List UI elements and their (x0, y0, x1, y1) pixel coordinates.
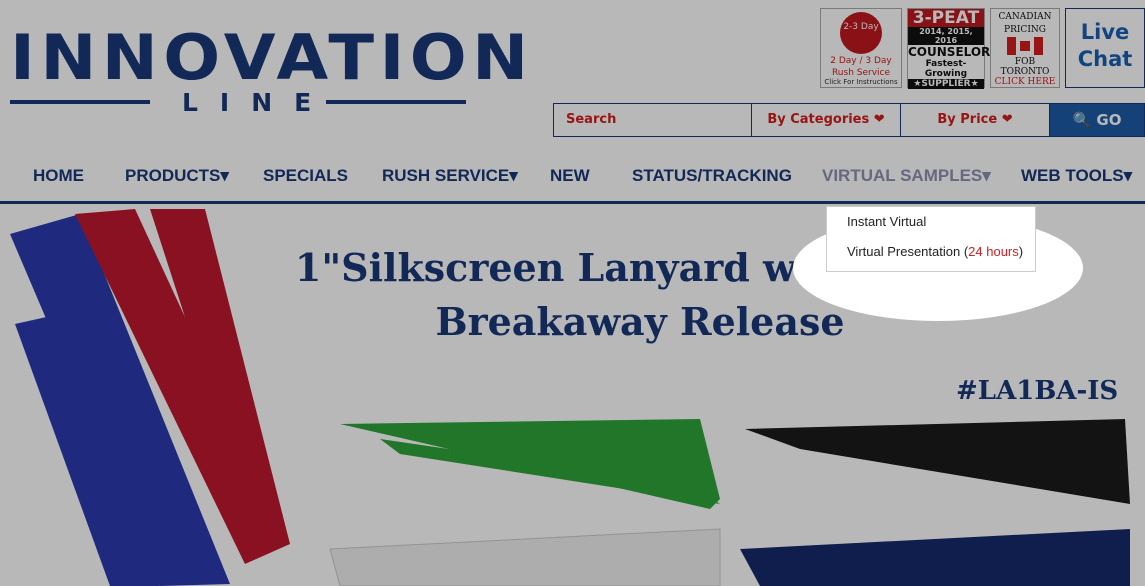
peat-counselor: COUNSELOR (908, 45, 991, 59)
rush-line2: Rush Service (831, 68, 891, 78)
rush-service-badge[interactable]: 2-3 Day 2 Day / 3 Day Rush Service Click… (820, 8, 902, 88)
can-line2: PRICING (1004, 25, 1046, 35)
navy-lanyard-strap (740, 529, 1130, 586)
can-line3: FOB (1014, 57, 1036, 67)
nav-virtual-samples[interactable]: VIRTUAL SAMPLES▾ (822, 166, 991, 186)
white-lanyard-strap (329, 528, 721, 586)
clock-icon: 2-3 Day (840, 12, 882, 54)
nav-products[interactable]: PRODUCTS▾ (125, 166, 229, 186)
by-categories-dropdown[interactable]: By Categories ❤ (752, 104, 901, 136)
rush-line1: 2 Day / 3 Day (830, 56, 892, 66)
dropdown-virtual-presentation[interactable]: Virtual Presentation (24 hours) (847, 244, 1023, 259)
logo-wordmark: INNOVATION (10, 21, 534, 94)
nav-new[interactable]: NEW (550, 166, 590, 186)
dropdown-instant-virtual[interactable]: Instant Virtual (847, 214, 926, 229)
can-line1: CANADIAN (998, 12, 1052, 22)
rush-line3: Click For Instructions (824, 78, 898, 86)
nav-rush-service[interactable]: RUSH SERVICE▾ (382, 166, 518, 186)
peat-years: 2014, 2015, 2016 (908, 27, 984, 45)
nav-web-tools[interactable]: WEB TOOLS▾ (1021, 166, 1132, 186)
virtual-presentation-label: Virtual Presentation ( (847, 244, 969, 259)
canada-flag-icon (1007, 37, 1043, 55)
by-price-dropdown[interactable]: By Price ❤ (901, 104, 1050, 136)
can-click-here: CLICK HERE (994, 77, 1056, 87)
peat-title: 3-PEAT (908, 9, 984, 27)
black-lanyard-strap (745, 419, 1130, 504)
nav-home[interactable]: HOME (33, 166, 84, 186)
chat-line1: Live (1080, 20, 1130, 44)
virtual-presentation-suffix: ) (1018, 244, 1024, 259)
virtual-samples-dropdown: Instant Virtual Virtual Presentation (24… (826, 206, 1036, 272)
go-button[interactable]: 🔍 GO (1050, 104, 1144, 136)
chat-line2: Chat (1077, 47, 1133, 71)
peat-supplier: ★SUPPLIER★ (908, 79, 984, 89)
nav-status-tracking[interactable]: STATUS/TRACKING (632, 166, 792, 186)
live-chat-button[interactable]: Live Chat (1065, 8, 1145, 88)
page: INNOVATION LINE 2-3 Day 2 Day / 3 Day Ru… (0, 0, 1145, 586)
innovation-line-logo[interactable]: INNOVATION LINE (10, 26, 528, 117)
nav-specials[interactable]: SPECIALS (263, 166, 348, 186)
search-bar: Search By Categories ❤ By Price ❤ 🔍 GO (553, 103, 1145, 137)
peat-fastest-growing: Fastest-Growing (924, 59, 968, 79)
three-peat-badge[interactable]: 3-PEAT 2014, 2015, 2016 COUNSELOR Fastes… (907, 8, 991, 89)
can-line4: TORONTO (1000, 67, 1050, 77)
virtual-presentation-hours: 24 hours (968, 244, 1019, 259)
product-sku: #LA1BA-IS (956, 376, 1119, 406)
search-input[interactable]: Search (554, 104, 752, 136)
canadian-pricing-badge[interactable]: CANADIAN PRICING FOB TORONTO CLICK HERE (990, 8, 1060, 88)
logo-rule-left (10, 100, 150, 104)
logo-rule-right (326, 100, 466, 104)
main-nav: HOME PRODUCTS▾ SPECIALS RUSH SERVICE▾ NE… (0, 160, 1145, 204)
logo-tagline: LINE (182, 88, 334, 117)
